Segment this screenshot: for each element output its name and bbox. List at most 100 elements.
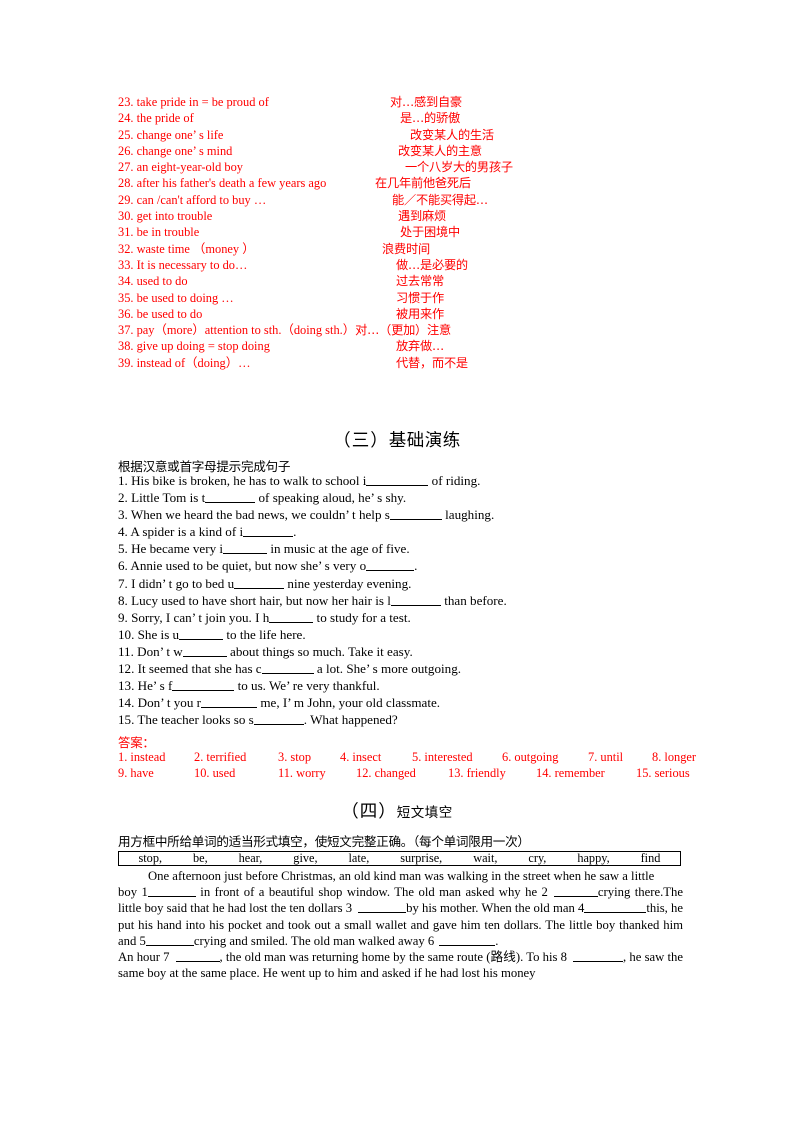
phrase-chinese: 在几年前他爸死后	[375, 176, 471, 191]
exercise-text-before: 5. He became very i	[118, 541, 224, 557]
word-bank-item: stop,	[138, 851, 163, 865]
phrase-row: 30. get into trouble 遇到麻烦	[118, 208, 678, 224]
exercise-blank[interactable]	[172, 679, 235, 692]
exercise-item: 13. He’ s f to us. We’ re very thankful.	[118, 677, 718, 694]
answer-item: 1. instead	[118, 750, 166, 764]
passage-paragraph-3: An hour 7 , the old man was returning hom…	[118, 949, 683, 981]
exercise-text-after: to study for a test.	[313, 609, 411, 625]
exercise-text-after: of riding.	[428, 473, 481, 488]
passage-blank-5[interactable]	[145, 934, 194, 946]
phrase-row: 35. be used to doing … 习惯于作	[118, 290, 678, 306]
passage-paragraph-1: One afternoon just before Christmas, an …	[118, 868, 683, 884]
phrase-list: 23. take pride in = be proud of 对…感到自豪 24.…	[118, 94, 678, 371]
phrase-english: 35. be used to doing …	[118, 290, 234, 305]
phrase-english: 34. used to do	[118, 274, 188, 289]
cloze-passage: One afternoon just before Christmas, an …	[118, 868, 683, 981]
answer-item: 15. serious	[636, 765, 690, 780]
phrase-chinese: 做…是必要的	[396, 257, 468, 272]
phrase-row: 31. be in trouble 处于困境中	[118, 224, 678, 240]
passage-blank-6[interactable]	[439, 934, 496, 946]
exercise-text-before: 13. He’ s f	[118, 678, 173, 694]
exercise-blank[interactable]	[234, 577, 285, 589]
phrase-row: 39. instead of（doing）… 代替，而不是	[118, 355, 678, 371]
exercise-text-after: .	[293, 524, 297, 540]
answer-item: 7. until	[588, 750, 624, 764]
exercise-blank[interactable]	[261, 662, 314, 675]
passage-blank-2[interactable]	[553, 885, 598, 898]
exercise-blank[interactable]	[201, 696, 258, 709]
exercise-item: 6. Annie used to be quiet, but now she’ …	[118, 557, 718, 574]
exercise-text-after: laughing.	[441, 507, 495, 523]
exercise-blank[interactable]	[366, 559, 415, 572]
exercise-text-after: .	[414, 558, 418, 574]
answer-item: 8. longer	[652, 750, 697, 764]
exercise-blank[interactable]	[366, 474, 429, 486]
word-bank-item: find	[640, 851, 661, 865]
exercise-item: 14. Don’ t you r me, I’ m John, your old…	[118, 694, 718, 711]
passage-blank-3[interactable]	[358, 901, 407, 914]
answer-item: 6. outgoing	[502, 750, 559, 764]
phrase-chinese: 改变某人的生活	[410, 127, 494, 142]
answer-item: 9. have	[118, 765, 154, 780]
exercise-blank[interactable]	[269, 611, 314, 623]
phrase-english: 37. pay（more）attention to sth.（doing sth…	[118, 323, 356, 338]
exercise-text-before: 7. I didn’ t go to bed u	[118, 575, 235, 591]
section-four-number: （四）	[341, 802, 397, 822]
phrase-chinese: 被用来作	[396, 306, 444, 321]
exercise-blank[interactable]	[205, 491, 256, 504]
phrase-row: 25. change one’ s life 改变某人的生活	[118, 127, 678, 143]
answer-key-row-1: 1. instead 2. terrified 3. stop 4. insect 5.…	[118, 750, 738, 766]
phrase-row: 24. the pride of 是…的骄傲	[118, 110, 678, 126]
phrase-chinese: 处于困境中	[400, 225, 460, 240]
exercise-text-after: in music at the age of five.	[267, 541, 410, 557]
phrase-row: 37. pay（more）attention to sth.（doing sth…	[118, 322, 678, 338]
exercise-item: 15. The teacher looks so s . What happene…	[118, 711, 718, 728]
exercise-text-after: a lot. She’ s more outgoing.	[313, 661, 462, 677]
passage-blank-7[interactable]	[175, 950, 220, 963]
section-three-title: 基础演练	[388, 431, 461, 451]
exercise-blank[interactable]	[243, 525, 294, 538]
exercise-blank[interactable]	[179, 628, 224, 640]
section-four-heading: （四）短文填空	[0, 798, 794, 823]
word-bank-item: surprise,	[400, 851, 443, 865]
exercise-blank[interactable]	[253, 713, 304, 726]
exercise-item: 3. When we heard the bad news, we couldn…	[118, 506, 718, 523]
word-bank-item: wait,	[473, 851, 498, 865]
exercise-item: 8. Lucy used to have short hair, but now…	[118, 592, 718, 609]
phrase-english: 27. an eight-year-old boy	[118, 160, 243, 175]
exercise-blank[interactable]	[390, 594, 441, 606]
section-four-instruction: 用方框中所给单词的适当形式填空，使短文完整正确。（每个单词限用一次）	[118, 834, 530, 849]
phrase-chinese: 遇到麻烦	[398, 209, 446, 224]
answer-item: 4. insect	[340, 750, 382, 764]
exercise-text-after: to us. We’ re very thankful.	[234, 678, 380, 694]
passage-blank-4[interactable]	[584, 901, 647, 914]
phrase-chinese: 是…的骄傲	[400, 111, 460, 126]
word-bank-items: stop, be, hear, give, late, surprise, wait, cry…	[119, 851, 680, 866]
phrase-english: 23. take pride in = be proud of	[118, 95, 269, 109]
exercise-text-before: 1. His bike is broken, he has to walk to…	[118, 473, 367, 488]
word-bank-box: stop, be, hear, give, late, surprise, wait, cry…	[118, 851, 681, 866]
phrase-chinese: 一个八岁大的男孩子	[405, 160, 513, 175]
phrase-row: 33. It is necessary to do… 做…是必要的	[118, 257, 678, 273]
passage-text-1g: crying and smiled. The old man walked aw…	[193, 933, 435, 948]
answer-key-row-2: 9. have 10. used 11. worry 12. changed 13. f…	[118, 766, 738, 782]
phrase-english: 25. change one’ s life	[118, 127, 224, 142]
exercise-blank[interactable]	[389, 508, 442, 521]
passage-text-1c: in front of a beautiful shop window. The…	[195, 885, 548, 900]
exercise-blank[interactable]	[182, 645, 227, 657]
phrase-english: 39. instead of（doing）…	[118, 355, 251, 370]
exercise-text-before: 10. She is u	[118, 626, 180, 642]
exercise-blank[interactable]	[223, 542, 268, 555]
phrase-row: 27. an eight-year-old boy 一个八岁大的男孩子	[118, 159, 678, 175]
phrase-english: 26. change one’ s mind	[118, 143, 233, 158]
exercise-item: 4. A spider is a kind of i.	[118, 523, 718, 540]
passage-blank-8[interactable]	[573, 950, 624, 963]
word-bank-item: late,	[348, 851, 370, 865]
phrase-english: 28. after his father's death a few years…	[118, 176, 327, 191]
passage-blank-1[interactable]	[147, 885, 196, 898]
phrase-english: 36. be used to do	[118, 306, 203, 321]
exercise-item: 10. She is u to the life here.	[118, 626, 718, 643]
exercise-text-after: nine yesterday evening.	[284, 575, 412, 591]
exercise-text-before: 15. The teacher looks so s	[118, 712, 254, 728]
exercise-item: 7. I didn’ t go to bed u nine yesterday …	[118, 575, 718, 592]
